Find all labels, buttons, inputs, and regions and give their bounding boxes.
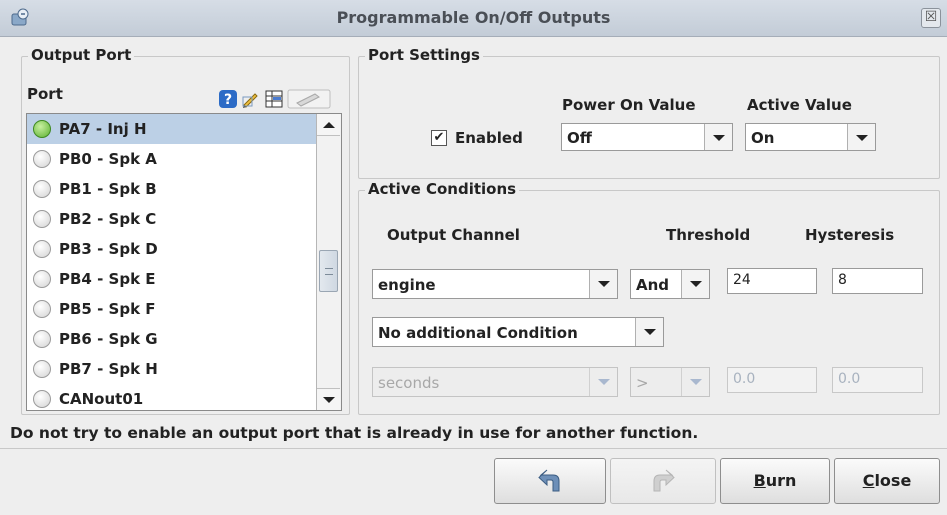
- secondary-operator-select[interactable]: >: [630, 367, 710, 397]
- table-icon[interactable]: [264, 89, 284, 109]
- inactive-led-icon: [33, 390, 51, 408]
- title-bar[interactable]: Programmable On/Off Outputs ☒: [0, 0, 947, 37]
- secondary-channel-value: seconds: [378, 374, 440, 392]
- list-item[interactable]: PB5 - Spk F: [27, 294, 317, 324]
- inactive-led-icon: [33, 330, 51, 348]
- list-item-label: CANout01: [59, 390, 144, 408]
- separator: [0, 448, 947, 449]
- active-value: On: [751, 129, 775, 147]
- secondary-threshold-input[interactable]: 0.0: [727, 367, 817, 393]
- additional-condition-value: No additional Condition: [378, 324, 578, 342]
- inactive-led-icon: [33, 180, 51, 198]
- scroll-down-button[interactable]: [317, 388, 340, 410]
- list-item-label: PB2 - Spk C: [59, 210, 157, 228]
- port-settings-group: Port Settings: [358, 46, 940, 179]
- inactive-led-icon: [33, 240, 51, 258]
- burn-button[interactable]: Burn: [720, 458, 830, 504]
- hysteresis-header: Hysteresis: [805, 226, 895, 244]
- chevron-down-icon[interactable]: [847, 124, 875, 150]
- active-value-header: Active Value: [747, 96, 852, 114]
- redo-button[interactable]: [610, 458, 716, 504]
- burn-mnemonic: B: [753, 471, 766, 490]
- threshold-input[interactable]: 24: [727, 268, 817, 294]
- threshold-header: Threshold: [666, 226, 751, 244]
- undo-arrow-icon: [538, 469, 560, 492]
- edit-icon[interactable]: [241, 89, 261, 109]
- list-item-label: PB7 - Spk H: [59, 360, 158, 378]
- list-item[interactable]: PB1 - Spk B: [27, 174, 317, 204]
- warning-text: Do not try to enable an output port that…: [10, 424, 699, 442]
- list-item-label: PB0 - Spk A: [59, 150, 157, 168]
- list-item-label: PB1 - Spk B: [59, 180, 157, 198]
- list-item[interactable]: PB6 - Spk G: [27, 324, 317, 354]
- scroll-up-button[interactable]: [317, 114, 340, 136]
- active-led-icon: [33, 120, 51, 138]
- hysteresis-input[interactable]: 8: [832, 268, 923, 294]
- active-value-select[interactable]: On: [745, 123, 876, 151]
- chevron-down-icon[interactable]: [635, 318, 663, 346]
- operator-value: And: [636, 276, 670, 294]
- operator-select[interactable]: And: [630, 269, 710, 299]
- scroll-thumb[interactable]: [319, 250, 338, 292]
- port-list[interactable]: PA7 - Inj H PB0 - Spk A PB1 - Spk B PB2 …: [26, 113, 342, 411]
- inactive-led-icon: [33, 360, 51, 378]
- port-settings-legend: Port Settings: [365, 46, 483, 64]
- chevron-down-icon[interactable]: [681, 368, 709, 396]
- list-item[interactable]: PB4 - Spk E: [27, 264, 317, 294]
- list-item-label: PB3 - Spk D: [59, 240, 158, 258]
- list-item[interactable]: CANout01: [27, 384, 317, 410]
- list-item[interactable]: PB7 - Spk H: [27, 354, 317, 384]
- enabled-label: Enabled: [455, 129, 523, 147]
- secondary-hysteresis-input[interactable]: 0.0: [832, 367, 923, 393]
- close-mnemonic: C: [862, 471, 875, 490]
- close-button[interactable]: Close: [834, 458, 940, 504]
- inactive-led-icon: [33, 210, 51, 228]
- output-channel-header: Output Channel: [387, 226, 520, 244]
- chevron-down-icon[interactable]: [589, 368, 617, 396]
- inactive-led-icon: [33, 300, 51, 318]
- additional-condition-select[interactable]: No additional Condition: [372, 317, 664, 347]
- power-on-value-select[interactable]: Off: [561, 123, 733, 151]
- pencil-disabled-icon: [287, 89, 331, 109]
- list-item-label: PB4 - Spk E: [59, 270, 156, 288]
- power-on-header: Power On Value: [562, 96, 696, 114]
- list-item[interactable]: PB2 - Spk C: [27, 204, 317, 234]
- help-icon[interactable]: ?: [218, 89, 238, 109]
- undo-button[interactable]: [494, 458, 606, 504]
- port-label: Port: [27, 85, 63, 103]
- output-channel-select[interactable]: engine: [372, 269, 618, 299]
- list-item-label: PB6 - Spk G: [59, 330, 158, 348]
- close-label: lose: [874, 471, 912, 490]
- burn-label: urn: [765, 471, 797, 490]
- chevron-down-icon[interactable]: [589, 270, 617, 298]
- chevron-down-icon[interactable]: [704, 124, 732, 150]
- secondary-channel-select[interactable]: seconds: [372, 367, 618, 397]
- secondary-operator-value: >: [636, 374, 649, 392]
- list-item-label: PA7 - Inj H: [59, 120, 147, 138]
- svg-text:?: ?: [224, 92, 232, 108]
- close-window-icon[interactable]: ☒: [921, 8, 941, 28]
- redo-arrow-icon: [653, 469, 675, 492]
- list-item[interactable]: PB3 - Spk D: [27, 234, 317, 264]
- list-item-label: PB5 - Spk F: [59, 300, 156, 318]
- output-channel-value: engine: [378, 276, 436, 294]
- list-item[interactable]: PA7 - Inj H: [27, 114, 317, 144]
- inactive-led-icon: [33, 270, 51, 288]
- chevron-down-icon[interactable]: [681, 270, 709, 298]
- active-conditions-legend: Active Conditions: [365, 180, 520, 198]
- power-on-value: Off: [567, 129, 592, 147]
- output-port-legend: Output Port: [28, 46, 135, 64]
- enabled-checkbox[interactable]: ✔: [431, 130, 447, 146]
- list-item[interactable]: PB0 - Spk A: [27, 144, 317, 174]
- port-list-scrollbar[interactable]: [316, 114, 341, 410]
- window-title: Programmable On/Off Outputs: [336, 8, 611, 27]
- inactive-led-icon: [33, 150, 51, 168]
